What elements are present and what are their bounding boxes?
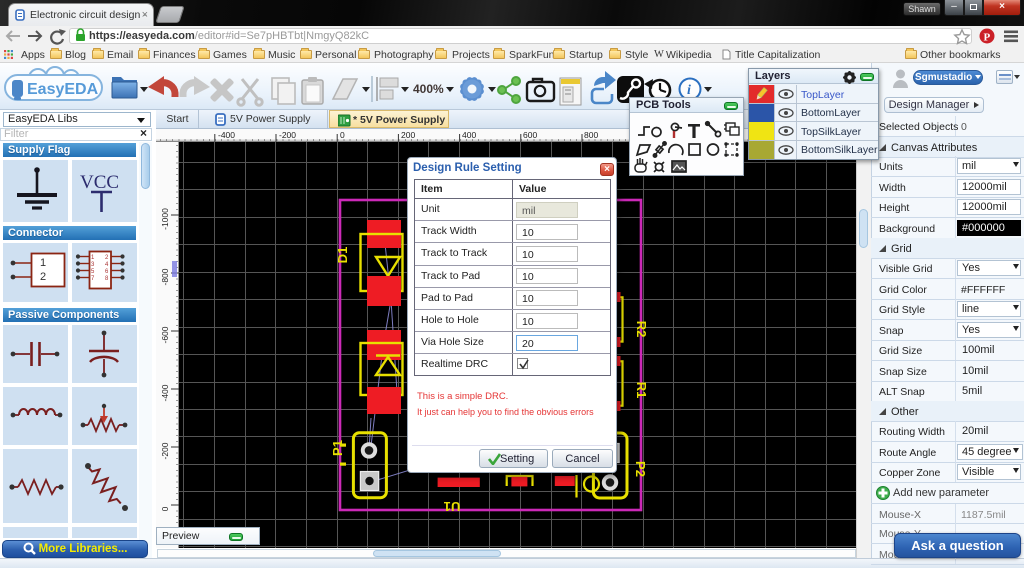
svg-text:P1: P1 xyxy=(330,440,345,456)
svg-text:VCC: VCC xyxy=(80,172,119,193)
svg-text:P2: P2 xyxy=(633,461,648,477)
svg-text:-1000: -1000 xyxy=(160,208,170,230)
svg-text:i: i xyxy=(687,83,691,98)
svg-text:-400: -400 xyxy=(160,384,170,401)
svg-text:-200: -200 xyxy=(279,130,296,140)
svg-text:800: 800 xyxy=(584,130,598,140)
svg-text:P: P xyxy=(984,32,991,44)
svg-text:-800: -800 xyxy=(160,268,170,285)
svg-text:400: 400 xyxy=(462,130,476,140)
svg-text:-600: -600 xyxy=(160,326,170,343)
svg-text:D1: D1 xyxy=(335,247,350,264)
svg-text:R2: R2 xyxy=(634,321,649,338)
svg-text:400%: 400% xyxy=(413,82,444,96)
svg-text:0: 0 xyxy=(340,130,345,140)
svg-text:200: 200 xyxy=(401,130,415,140)
svg-text:-400: -400 xyxy=(218,130,235,140)
svg-text:2: 2 xyxy=(40,271,46,283)
svg-text:EasyEDA: EasyEDA xyxy=(27,81,99,98)
svg-text:-200: -200 xyxy=(160,442,170,459)
svg-text:1: 1 xyxy=(40,257,46,269)
svg-text:R1: R1 xyxy=(634,382,649,399)
svg-text:U1: U1 xyxy=(444,499,461,514)
svg-text:0: 0 xyxy=(160,506,170,511)
svg-text:600: 600 xyxy=(523,130,537,140)
